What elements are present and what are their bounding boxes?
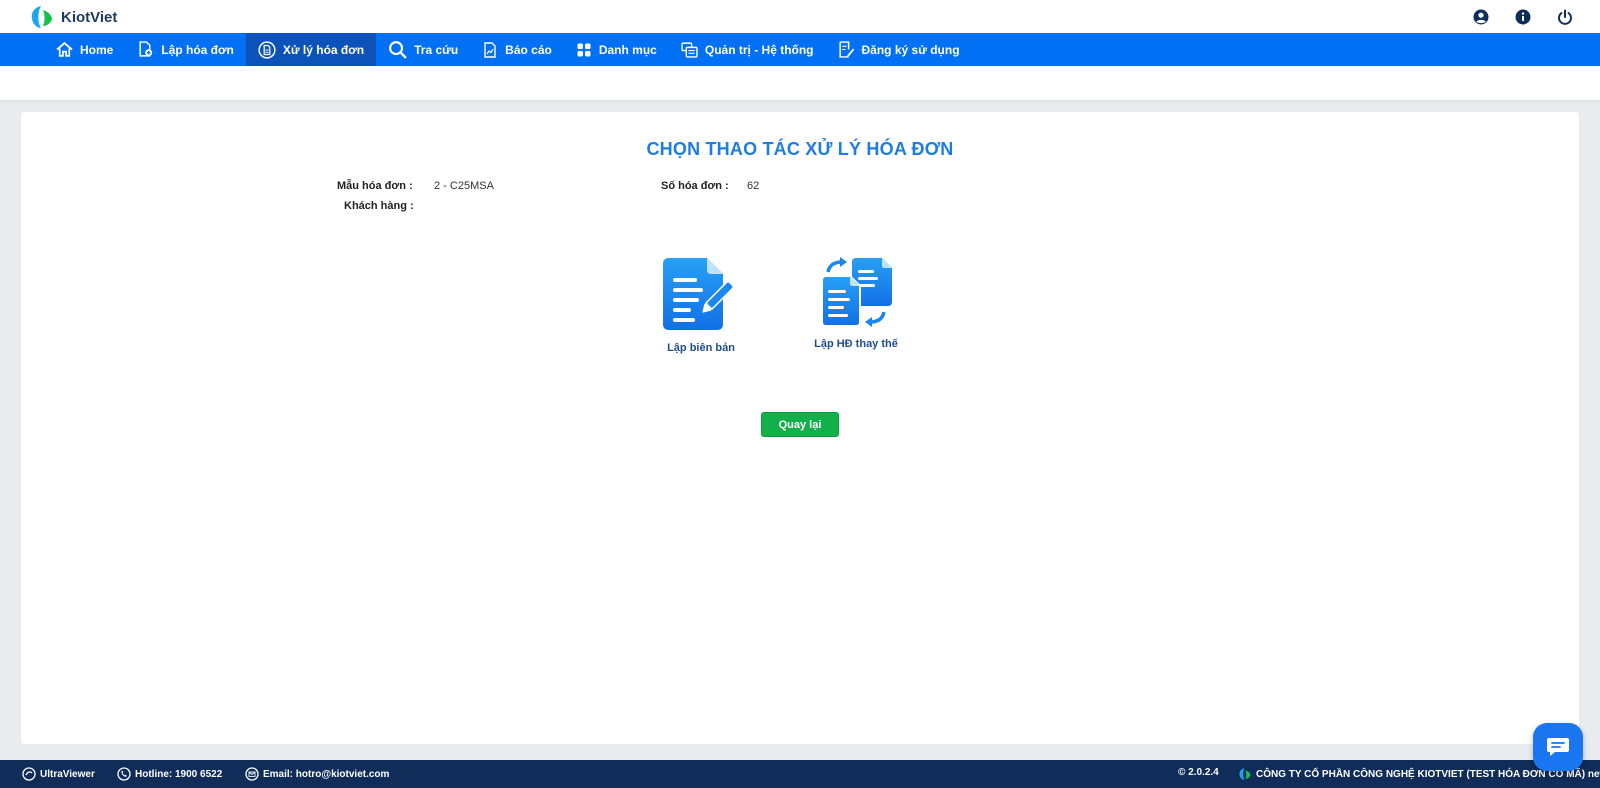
info-icon[interactable] [1512,6,1534,28]
nav-item-process-invoice[interactable]: Xử lý hóa đơn [245,33,377,66]
phone-icon [117,767,131,781]
admin-icon [681,42,698,58]
create-minutes-label: Lập biên bản [667,342,735,354]
ultraviewer-label: UltraViewer [40,768,95,780]
nav-item-label: Danh mục [598,42,657,57]
home-icon [56,41,73,57]
hotline-link[interactable]: Hotline: 1900 6522 [117,767,222,781]
sub-toolbar [0,66,1600,100]
footer-bar: UltraViewer Hotline: 1900 6522 Email: ho… [0,760,1600,788]
customer-label: Khách hàng : [344,200,414,212]
chat-support-button[interactable] [1533,723,1583,771]
nav-item-label: Quản trị - Hệ thống [704,42,814,57]
nav-item-label: Home [80,42,114,57]
nav-item-category[interactable]: Danh mục [564,33,669,66]
nav-item-label: Báo cáo [505,42,552,57]
invoice-number-label: Số hóa đơn : [661,180,729,192]
chat-icon [1547,738,1569,756]
template-label: Mẫu hóa đơn : [337,180,413,192]
nav-item-search[interactable]: Tra cứu [376,33,470,66]
document-edit-icon [663,258,735,330]
nav-item-label: Lập hóa đơn [161,42,234,57]
document-replace-icon [821,257,892,327]
nav-item-label: Đăng ký sử dụng [861,42,960,57]
nav-item-report[interactable]: Báo cáo [470,33,564,66]
kiotviet-logo[interactable]: KiotViet [29,4,117,30]
nav-item-create-invoice[interactable]: Lập hóa đơn [125,33,246,66]
user-account-icon[interactable] [1470,6,1492,28]
nav-item-admin[interactable]: Quản trị - Hệ thống [669,33,826,66]
main-nav: Home Lập hóa đơn Xử lý hóa đơn Tra cứu B… [0,33,1600,66]
email-label: Email: hotro@kiotviet.com [263,768,390,780]
ultraviewer-icon [22,767,36,781]
email-icon [245,767,259,781]
page-title: CHỌN THAO TÁC XỬ LÝ HÓA ĐƠN [646,139,954,159]
ultraviewer-link[interactable]: UltraViewer [22,767,95,781]
invoice-number-value: 62 [747,180,760,192]
create-invoice-icon [139,41,153,57]
email-link[interactable]: Email: hotro@kiotviet.com [245,767,389,781]
nav-item-label: Xử lý hóa đơn [282,42,365,57]
kiotviet-logo-icon [31,6,52,28]
create-replacement-invoice-action[interactable]: Lập HĐ thay thế [796,256,916,350]
register-icon [838,41,854,58]
report-icon [484,41,496,58]
nav-item-register[interactable]: Đăng ký sử dụng [826,33,972,66]
kiotviet-small-logo-icon [1239,768,1251,780]
app-name: KiotViet [61,8,118,26]
back-button[interactable]: Quay lại [761,412,839,437]
version-label: © 2.0.2.4 [1178,767,1219,778]
hotline-label: Hotline: 1900 6522 [135,768,223,780]
search-icon [389,41,407,59]
process-invoice-icon [258,40,276,59]
create-minutes-action[interactable]: Lập biên bản [641,256,761,354]
nav-item-home[interactable]: Home [44,33,125,66]
template-value: 2 - C25MSA [434,180,494,192]
create-replacement-invoice-label: Lập HĐ thay thế [814,338,898,350]
nav-item-label: Tra cứu [414,42,459,57]
top-bar: KiotViet [0,0,1600,33]
category-icon [577,43,591,56]
process-invoice-card: CHỌN THAO TÁC XỬ LÝ HÓA ĐƠN Mẫu hóa đơn … [21,112,1579,744]
power-logout-icon[interactable] [1554,6,1576,28]
